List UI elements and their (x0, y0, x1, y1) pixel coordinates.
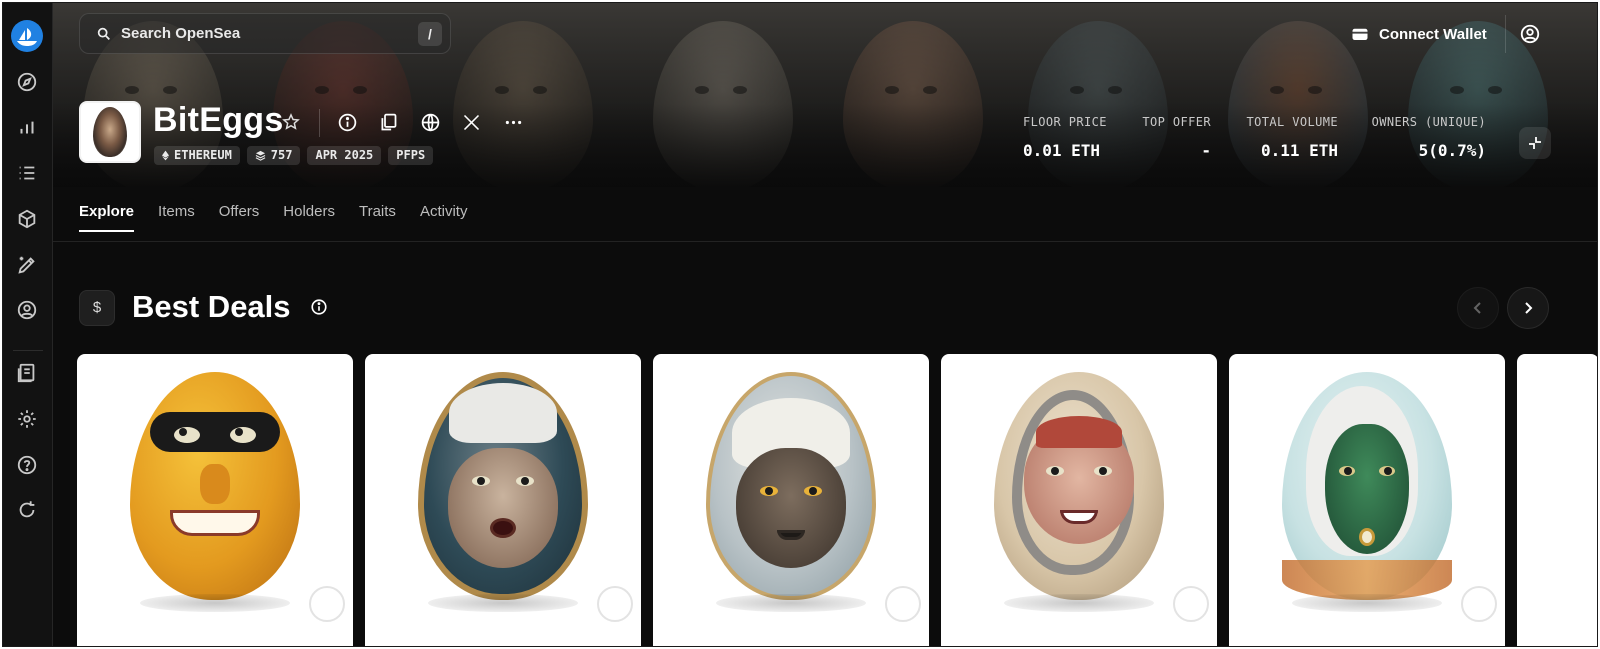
profile-icon[interactable] (16, 299, 38, 321)
nft-card[interactable] (941, 354, 1217, 646)
tab-activity[interactable]: Activity (420, 203, 468, 232)
carousel-prev-button[interactable] (1457, 287, 1499, 329)
account-icon[interactable] (1519, 23, 1541, 45)
category-chip[interactable]: PFPS (388, 146, 434, 165)
section-info-icon[interactable] (310, 298, 328, 316)
nft-shadow (428, 594, 578, 612)
book-icon[interactable] (16, 362, 38, 384)
watermark-logo (1461, 586, 1497, 622)
globe-icon[interactable] (420, 112, 441, 133)
stat-value: 5(0.7%) (1418, 141, 1486, 160)
wallet-icon (1352, 28, 1368, 40)
stat-top-offer: TOP OFFER - (1141, 115, 1211, 160)
list-icon[interactable] (16, 162, 38, 184)
x-twitter-icon[interactable] (461, 112, 482, 133)
search-bar[interactable]: Search OpenSea / (79, 13, 451, 54)
nft-image (130, 372, 300, 600)
header-divider (319, 109, 320, 137)
nft-card-partial[interactable] (1517, 354, 1597, 646)
help-icon[interactable] (16, 454, 38, 476)
watermark-logo (597, 586, 633, 622)
collapse-header-button[interactable] (1519, 127, 1551, 159)
stat-floor-price: FLOOR PRICE 0.01 ETH (1023, 115, 1107, 160)
info-icon[interactable] (337, 112, 358, 133)
tab-traits[interactable]: Traits (359, 203, 396, 232)
sidebar-divider (13, 350, 43, 351)
nft-shadow (716, 594, 866, 612)
pen-icon[interactable] (16, 254, 38, 276)
nft-card[interactable] (653, 354, 929, 646)
nft-image (706, 372, 876, 600)
tab-holders[interactable]: Holders (283, 203, 335, 232)
stat-value: - (1201, 141, 1211, 160)
copy-icon[interactable] (378, 112, 399, 133)
nft-image (418, 372, 588, 600)
carousel-next-button[interactable] (1507, 287, 1549, 329)
bar-chart-icon[interactable] (16, 117, 38, 139)
stat-label: TOP OFFER (1142, 115, 1211, 129)
more-options-icon[interactable] (503, 112, 524, 133)
nft-card[interactable] (1229, 354, 1505, 646)
connect-wallet-label: Connect Wallet (1379, 25, 1487, 43)
dollar-icon: $ (79, 290, 115, 326)
refresh-icon[interactable] (16, 499, 38, 521)
nft-card[interactable] (77, 354, 353, 646)
tab-items[interactable]: Items (158, 203, 195, 232)
nft-shadow (1004, 594, 1154, 612)
chain-label: ETHEREUM (174, 148, 232, 162)
collapse-icon (1529, 137, 1541, 149)
stat-value: 0.01 ETH (1023, 141, 1101, 160)
chevron-left-icon (1473, 302, 1481, 314)
compass-icon[interactable] (16, 71, 38, 93)
stat-value: 0.11 ETH (1260, 141, 1338, 160)
nft-card[interactable] (365, 354, 641, 646)
tabs-divider (53, 241, 1597, 242)
search-shortcut-key: / (418, 21, 442, 46)
watermark-logo (885, 586, 921, 622)
app-frame: Search OpenSea / Connect Wallet BitEggs … (2, 2, 1598, 647)
layers-icon (255, 150, 266, 161)
stat-label: TOTAL VOLUME (1246, 115, 1338, 129)
tab-offers[interactable]: Offers (219, 203, 260, 232)
collection-title: BitEggs (153, 101, 284, 139)
stat-label: OWNERS (UNIQUE) (1371, 115, 1486, 129)
items-count: 757 (270, 148, 293, 162)
watermark-logo (309, 586, 345, 622)
favorite-star-icon[interactable] (281, 112, 301, 132)
gear-icon[interactable] (16, 408, 38, 430)
ethereum-icon (162, 150, 169, 161)
stat-owners: OWNERS (UNIQUE) 5(0.7%) (1368, 115, 1486, 160)
collection-chips: ETHEREUM 757 APR 2025 PFPS (154, 146, 434, 165)
chain-chip: ETHEREUM (154, 146, 240, 165)
watermark-logo (1173, 586, 1209, 622)
nft-shadow (140, 594, 290, 612)
collection-avatar (79, 101, 141, 163)
chevron-right-icon (1525, 302, 1533, 314)
search-input[interactable]: Search OpenSea (121, 25, 418, 42)
connect-wallet-button[interactable]: Connect Wallet (1351, 23, 1487, 45)
stat-label: FLOOR PRICE (1023, 115, 1107, 129)
search-icon (97, 27, 110, 40)
cube-icon[interactable] (16, 208, 38, 230)
opensea-logo-icon[interactable] (11, 20, 43, 52)
collection-tabs: Explore Items Offers Holders Traits Acti… (79, 203, 467, 232)
sidebar (3, 3, 53, 646)
stat-total-volume: TOTAL VOLUME 0.11 ETH (1243, 115, 1339, 160)
items-count-chip: 757 (246, 146, 301, 165)
nft-image (1282, 372, 1452, 600)
created-date-chip: APR 2025 (307, 146, 382, 165)
topbar-divider (1505, 15, 1506, 53)
nft-shadow (1292, 594, 1442, 612)
section-title: Best Deals (132, 289, 291, 324)
nft-image (994, 372, 1164, 600)
tab-explore[interactable]: Explore (79, 203, 135, 232)
